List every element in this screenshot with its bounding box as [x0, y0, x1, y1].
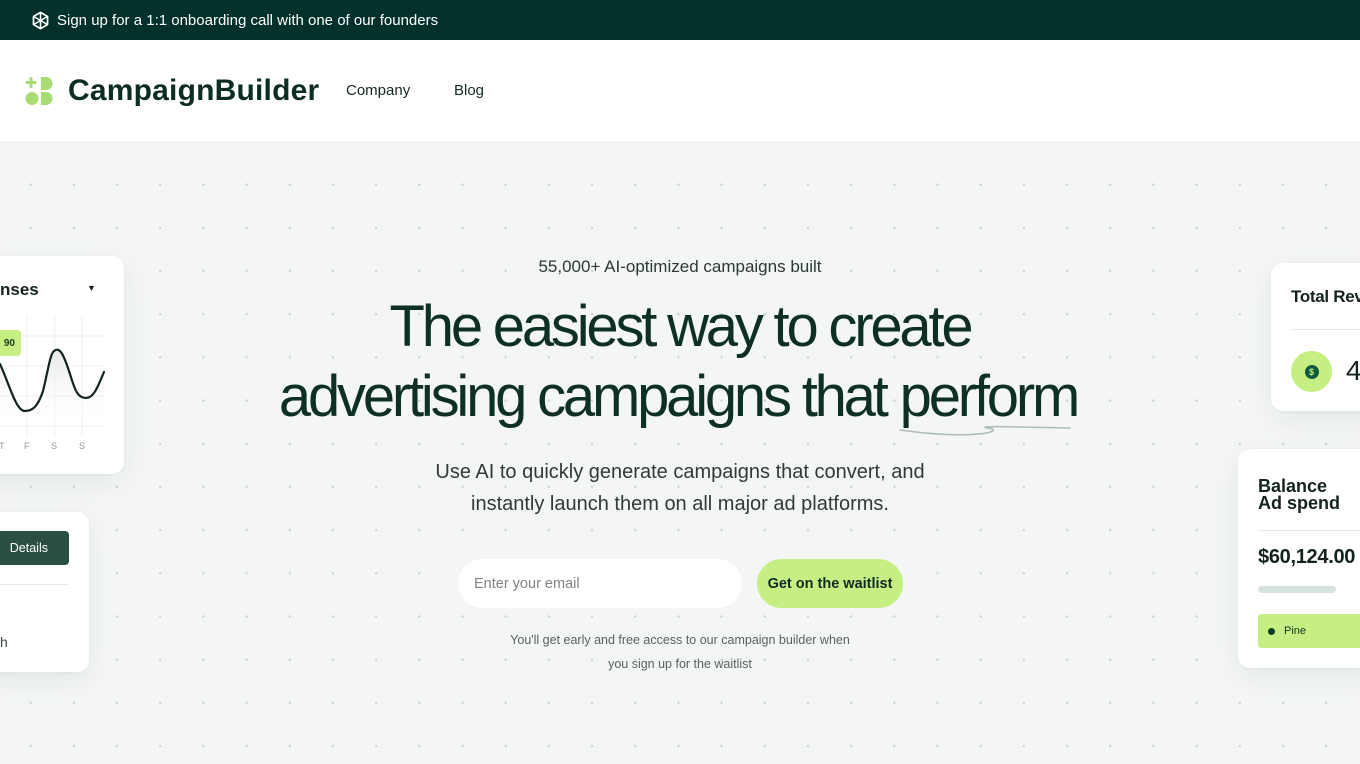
- headline-highlight: perform: [898, 362, 1081, 436]
- highlight-word: perform: [899, 364, 1081, 429]
- note-line: you sign up for the waitlist: [608, 657, 752, 671]
- balance-amount: $60,124.00: [1258, 546, 1356, 568]
- hero-headline-line1: The easiest way to create: [389, 294, 974, 359]
- hero-headline-line2: advertising campaigns that perform: [0, 362, 1358, 436]
- nav-link-company[interactable]: Company: [346, 82, 410, 99]
- subheading-line: Use AI to quickly generate campaigns tha…: [435, 461, 925, 483]
- plus-blocks-logo-icon: [25, 77, 53, 105]
- hero-eyebrow: 55,000+ AI-optimized campaigns built: [538, 257, 822, 276]
- waitlist-note: You'll get early and free access to our …: [0, 628, 1360, 676]
- details-button[interactable]: Details: [0, 531, 69, 565]
- brand-logo[interactable]: CampaignBuilder: [25, 74, 319, 108]
- note-line: You'll get early and free access to our …: [510, 633, 850, 647]
- top-nav: CampaignBuilder Company Blog: [0, 40, 1360, 143]
- divider: [1258, 530, 1360, 531]
- x-tick-label: F: [24, 441, 30, 451]
- nav-link-blog[interactable]: Blog: [454, 82, 484, 99]
- join-waitlist-button[interactable]: Get on the waitlist: [757, 559, 903, 608]
- headline-text: advertising campaigns that: [278, 364, 889, 429]
- x-tick-label: T: [0, 441, 5, 451]
- x-tick-label: S: [79, 441, 86, 451]
- squiggle-underline-icon: [898, 425, 1071, 436]
- divider: [0, 584, 69, 585]
- email-input[interactable]: [458, 559, 742, 608]
- x-tick-label: S: [51, 441, 58, 451]
- announcement-text[interactable]: Sign up for a 1:1 onboarding call with o…: [57, 12, 438, 29]
- hero-subheading: Use AI to quickly generate campaigns tha…: [0, 456, 1360, 520]
- announcement-bar[interactable]: Sign up for a 1:1 onboarding call with o…: [0, 0, 1360, 40]
- snowflake-hex-icon: [31, 11, 50, 30]
- brand-name: CampaignBuilder: [68, 74, 320, 107]
- balance-progress-bar: [1258, 586, 1336, 593]
- subheading-line: instantly launch them on all major ad pl…: [471, 493, 889, 515]
